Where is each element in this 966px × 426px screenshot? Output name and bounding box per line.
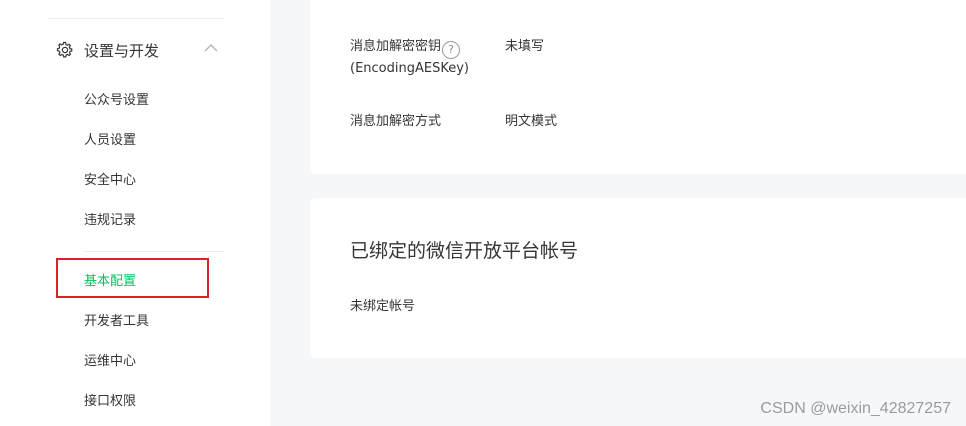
bound-status: 未绑定帐号 (350, 299, 416, 314)
sidebar-item-account-settings[interactable]: 公众号设置 (84, 91, 149, 111)
bound-platform-title: 已绑定的微信开放平台帐号 (350, 240, 579, 262)
encrypt-mode-label: 消息加解密方式 (350, 114, 442, 129)
sidebar-item-security[interactable]: 安全中心 (84, 171, 136, 191)
aes-key-label-row: 消息加解密密钥? (350, 36, 461, 59)
section-title: 设置与开发 (84, 41, 160, 60)
sidebar: 设置与开发 公众号设置 人员设置 安全中心 违规记录 基本配置 开发者工具 运维… (0, 0, 270, 426)
gear-icon (56, 41, 73, 58)
divider (47, 18, 225, 19)
encrypt-mode-value: 明文模式 (505, 114, 558, 129)
sidebar-item-violations[interactable]: 违规记录 (84, 211, 136, 231)
sidebar-item-staff-settings[interactable]: 人员设置 (84, 131, 136, 151)
divider (84, 251, 225, 252)
chevron-up-icon[interactable] (204, 43, 218, 53)
sidebar-item-dev-tools[interactable]: 开发者工具 (84, 312, 149, 332)
bound-platform-card: 已绑定的微信开放平台帐号 未绑定帐号 (310, 198, 966, 358)
aes-key-value: 未填写 (505, 39, 545, 54)
sidebar-item-basic-config[interactable]: 基本配置 (84, 272, 136, 292)
sidebar-item-ops-center[interactable]: 运维中心 (84, 352, 136, 372)
help-icon[interactable]: ? (442, 41, 461, 59)
server-config-card: 消息加解密密钥? (EncodingAESKey) 未填写 消息加解密方式 明文… (310, 0, 966, 174)
watermark: CSDN @weixin_42827257 (760, 400, 951, 417)
aes-key-sublabel: (EncodingAESKey) (350, 61, 469, 76)
aes-key-label: 消息加解密密钥 (350, 39, 442, 54)
sidebar-item-api-permissions[interactable]: 接口权限 (84, 392, 136, 412)
section-settings-dev[interactable]: 设置与开发 (56, 37, 226, 63)
